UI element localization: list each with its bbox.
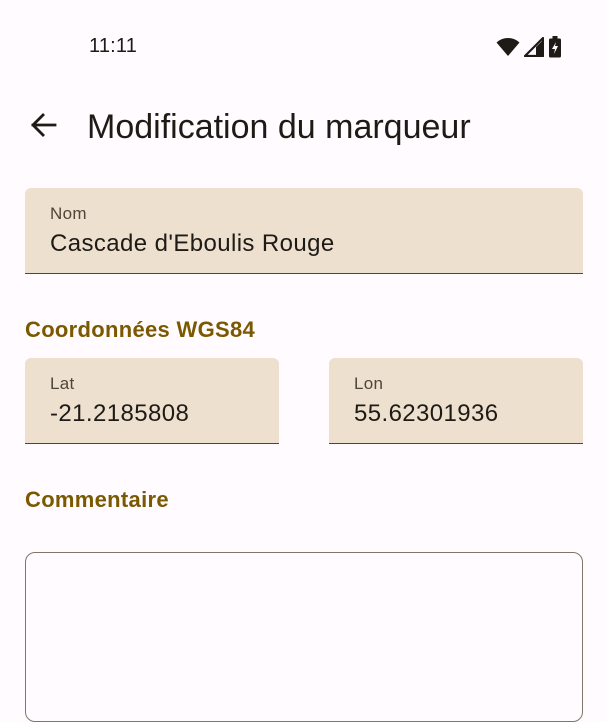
back-button[interactable]: [20, 104, 66, 150]
status-icons: [496, 36, 562, 58]
cell-signal-icon: [524, 37, 544, 57]
status-time: 11:11: [89, 35, 138, 57]
comment-textarea[interactable]: [25, 552, 583, 722]
longitude-field-value[interactable]: 55.62301936: [354, 400, 504, 428]
latitude-field-label: Lat: [50, 374, 75, 393]
page-title: Modification du marqueur: [87, 108, 471, 146]
coordinates-section-title: Coordonnées WGS84: [25, 317, 256, 342]
longitude-field[interactable]: Lon 55.62301936: [329, 358, 583, 444]
latitude-field-value[interactable]: -21.2185808: [50, 400, 189, 428]
name-field-label: Nom: [50, 204, 87, 223]
arrow-back-icon: [28, 110, 58, 145]
name-field-value[interactable]: Cascade d'Eboulis Rouge: [50, 230, 335, 258]
status-bar: 11:11: [0, 0, 606, 94]
longitude-field-label: Lon: [354, 374, 384, 393]
name-field[interactable]: Nom Cascade d'Eboulis Rouge: [25, 188, 583, 274]
comment-section-title: Commentaire: [25, 487, 169, 512]
wifi-icon: [496, 37, 520, 57]
top-app-bar: Modification du marqueur: [0, 96, 606, 160]
latitude-field[interactable]: Lat -21.2185808: [25, 358, 279, 444]
battery-charging-icon: [548, 36, 562, 58]
